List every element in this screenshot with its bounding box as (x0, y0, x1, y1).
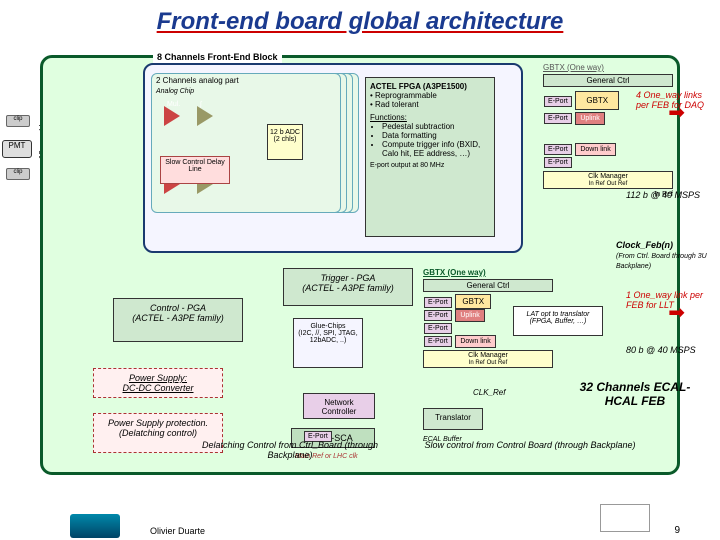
page-title: Front-end board global architecture (0, 0, 720, 44)
eport-b4: E-Port (424, 336, 452, 347)
eport-output: E-port output at 80 MHz (370, 162, 490, 169)
footer-author: Olivier Duarte (150, 526, 205, 536)
eport-b1: E-Port (424, 297, 452, 308)
downlink-2: Down link (455, 335, 495, 348)
arrow-icon-2: ➡ (668, 300, 685, 325)
delatch-note: Delatching Control from Ctrl_Board (thro… (190, 440, 390, 460)
glue-chips: Glue-Chips (I2C, //, SPI, JTAG, 12bADC, … (293, 318, 363, 368)
eport-b2: E-Port (424, 310, 452, 321)
uplink-1: Uplink (575, 112, 604, 125)
gen-ctrl-1: General Ctrl (543, 74, 673, 87)
network-controller: Network Controller (303, 393, 375, 419)
analog-stack: 2 Channels analog part 2 Channels analog… (151, 73, 351, 233)
feb-block: 8 Channels Front-End Block 2 Channels an… (143, 63, 523, 253)
fpga-func-label: Functions: (370, 113, 490, 122)
lab-logo (600, 504, 650, 532)
lhcb-logo (70, 514, 120, 538)
adc-box: 12 b ADC (2 chls) (267, 124, 303, 160)
uplink-2: Uplink (455, 309, 484, 322)
eport-4: E-Port (544, 157, 572, 168)
translator: Translator (423, 408, 483, 430)
analog-chip-label: Analog Chip (156, 88, 194, 95)
fpga-name: ACTEL FPGA (A3PE1500) (370, 82, 490, 91)
control-pga: Control - PGA (ACTEL - A3PE family) (113, 298, 243, 342)
eport-1: E-Port (544, 96, 572, 107)
gbtx-box-1: GBTX (575, 91, 619, 110)
note-112b: 112 b @ 40 MSPS (626, 190, 716, 200)
gbtx-label-2: GBTX (One way) (423, 268, 553, 277)
trigger-pga: Trigger - PGA (ACTEL - A3PE family) (283, 268, 413, 306)
clip-top: clip (6, 115, 30, 127)
arrow-icon-1: ➡ (668, 100, 685, 125)
main-board: 8 Channels Front-End Block 2 Channels an… (40, 55, 680, 475)
downlink-1: Down link (575, 143, 615, 156)
footer-page: 9 (674, 525, 680, 536)
gbtx-label-1: GBTX (One way) (543, 63, 673, 72)
feb-label: 8 Channels Front-End Block (153, 51, 282, 63)
gbtx-box-2: GBTX (455, 294, 491, 309)
eport-2: E-Port (544, 113, 572, 124)
mul-tri-1: Mul. (164, 106, 180, 126)
analog-layer-1: 2 Channels analog part Analog Chip Mul. … (151, 73, 341, 213)
int-tri-1: ∫ (197, 106, 213, 126)
fpga-box: ACTEL FPGA (A3PE1500) • Reprogrammable •… (365, 77, 495, 237)
gbtx-lower: GBTX (One way) General Ctrl E-Port GBTX … (423, 268, 553, 368)
slow-control-box: Slow Control Delay Line (160, 156, 230, 184)
gen-ctrl-2: General Ctrl (423, 279, 553, 292)
analog-part-text: 2 Channels analog part (156, 76, 239, 85)
clk-ref-label: CLK_Ref (473, 388, 505, 397)
slowctrl-note: Slow control from Control Board (through… (420, 440, 640, 450)
ecal-hcal-label: 32 Channels ECAL-HCAL FEB (575, 380, 695, 408)
eport-3: E-Port (544, 144, 572, 155)
eport-b3: E-Port (424, 323, 452, 334)
note-clock-feb: Clock_Feb(n) (From Ctrl. Board through 3… (616, 240, 716, 270)
power-supply: Power Supply: DC-DC Converter (93, 368, 223, 398)
note-80b: 80 b @ 40 MSPS (626, 345, 716, 355)
clk-mgr-1: Clk Manager In Ref Out Ref (543, 171, 673, 189)
clk-mgr-2: Clk Manager In Ref Out Ref (423, 350, 553, 368)
clip-bottom: clip (6, 168, 30, 180)
pmt-block: PMT (2, 140, 32, 158)
